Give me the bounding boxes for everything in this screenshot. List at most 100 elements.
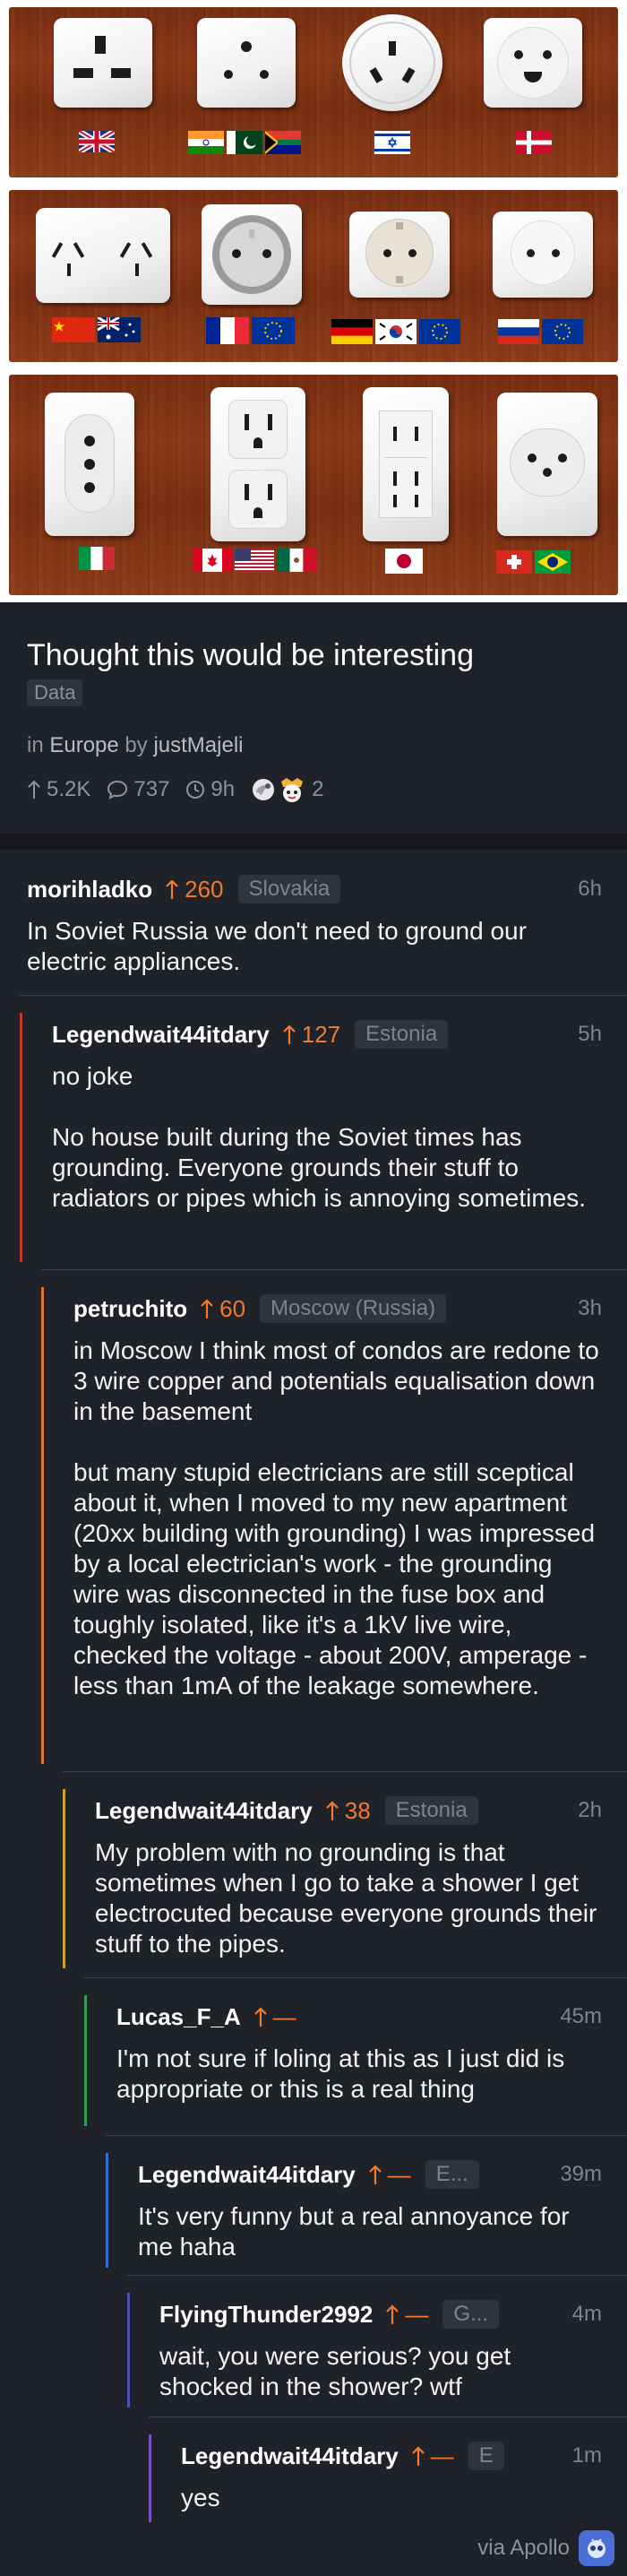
comment-paragraph: no joke bbox=[52, 1062, 133, 1090]
swiss-brazil-socket-icon bbox=[497, 393, 597, 536]
comment-time: 2h bbox=[578, 1798, 602, 1822]
score-value: 38 bbox=[344, 1796, 371, 1824]
us-socket-icon bbox=[210, 387, 305, 541]
comment-body: yes bbox=[181, 2483, 604, 2513]
comment-username[interactable]: morihladko bbox=[27, 876, 152, 903]
socket-board-row-1 bbox=[9, 7, 618, 177]
germany-korea-eu-flags-icon bbox=[331, 319, 460, 344]
comment-username[interactable]: Lucas_F_A bbox=[116, 2003, 241, 2031]
post-age: 9h bbox=[210, 777, 236, 801]
comment-score[interactable]: — bbox=[253, 2003, 296, 2031]
comment-paragraph: It's very funny but a real annoyance for… bbox=[138, 2202, 570, 2260]
comment-paragraph: No house built during the Soviet times h… bbox=[52, 1123, 587, 1212]
award-wholesome-icon bbox=[281, 778, 304, 802]
comment-score[interactable]: 60 bbox=[200, 1295, 245, 1323]
comment-body: I'm not sure if loling at this as I just… bbox=[116, 2044, 604, 2105]
via-apollo-watermark: via Apollo bbox=[477, 2530, 614, 2566]
comment-time: 4m bbox=[571, 2302, 602, 2326]
comment-bubble-icon bbox=[107, 780, 128, 800]
comment-username[interactable]: Legendwait44itdary bbox=[52, 1021, 270, 1049]
comment[interactable]: petruchito 60 Moscow (Russia) 3h in Mosc… bbox=[41, 1269, 627, 1771]
comment-time: 45m bbox=[560, 2004, 602, 2028]
comment-score[interactable]: — bbox=[411, 2442, 454, 2470]
comment-body: It's very funny but a real annoyance for… bbox=[138, 2201, 604, 2262]
comment[interactable]: Legendwait44itdary — E... 39m It's very … bbox=[106, 2135, 627, 2275]
comment-time: 3h bbox=[578, 1296, 602, 1320]
comment-body: wait, you were serious? you get shocked … bbox=[159, 2341, 604, 2402]
comment[interactable]: Legendwait44itdary 38 Estonia 2h My prob… bbox=[63, 1771, 627, 1977]
comment-username[interactable]: Legendwait44itdary bbox=[95, 1797, 313, 1825]
russia-eu-flags-icon bbox=[498, 319, 583, 344]
socket-board-row-2 bbox=[9, 190, 618, 362]
israel-socket-icon bbox=[342, 14, 442, 111]
user-flair: Moscow (Russia) bbox=[260, 1294, 447, 1323]
uk-flag-icon bbox=[79, 131, 115, 152]
subreddit-link[interactable]: Europe bbox=[49, 733, 118, 757]
comment-header: petruchito 60 Moscow (Russia) 3h bbox=[73, 1294, 602, 1323]
comment-score[interactable]: — bbox=[368, 2161, 411, 2189]
user-flair: E bbox=[468, 2442, 504, 2470]
comment-score[interactable]: — bbox=[385, 2301, 428, 2329]
japan-flag-icon bbox=[385, 549, 423, 574]
italy-socket-icon bbox=[45, 393, 134, 536]
comment-score[interactable]: 38 bbox=[325, 1797, 371, 1825]
thread-line bbox=[41, 1287, 44, 1764]
comment-body: My problem with no grounding is that som… bbox=[95, 1837, 604, 1959]
comment-username[interactable]: petruchito bbox=[73, 1295, 187, 1323]
comment-username[interactable]: Legendwait44itdary bbox=[138, 2161, 356, 2189]
user-flair: E... bbox=[425, 2160, 479, 2189]
upvote-arrow-icon bbox=[386, 2304, 399, 2324]
schuko-socket-icon bbox=[349, 212, 450, 298]
comment-score[interactable]: 260 bbox=[165, 876, 224, 903]
israel-flag-icon bbox=[374, 131, 410, 154]
comment-body: no joke No house built during the Soviet… bbox=[52, 1061, 604, 1214]
upvote-arrow-icon bbox=[282, 1024, 296, 1044]
comment-time: 6h bbox=[578, 877, 602, 901]
comment-header: Legendwait44itdary 127 Estonia 5h bbox=[52, 1020, 602, 1049]
comment-header: Legendwait44itdary — E 1m bbox=[181, 2442, 602, 2470]
author-link[interactable]: justMajeli bbox=[153, 733, 243, 757]
upvote-arrow-icon bbox=[253, 2007, 267, 2027]
age-stat: 9h bbox=[185, 777, 235, 802]
comment[interactable]: Lucas_F_A — 45m I'm not sure if loling a… bbox=[84, 1977, 627, 2135]
user-flair: Estonia bbox=[355, 1020, 449, 1049]
comment-paragraph: I'm not sure if loling at this as I just… bbox=[116, 2044, 565, 2103]
denmark-socket-icon bbox=[484, 18, 582, 108]
comment-paragraph: yes bbox=[181, 2484, 220, 2511]
comment-paragraph: wait, you were serious? you get shocked … bbox=[159, 2342, 511, 2400]
clock-icon bbox=[186, 781, 205, 799]
comment-time: 5h bbox=[578, 1022, 602, 1046]
france-eu-flags-icon bbox=[206, 317, 295, 344]
comment-username[interactable]: FlyingThunder2992 bbox=[159, 2301, 373, 2329]
comment[interactable]: FlyingThunder2992 — G... 4m wait, you we… bbox=[127, 2275, 627, 2416]
comment-body: In Soviet Russia we don't need to ground… bbox=[27, 916, 604, 977]
comment[interactable]: Legendwait44itdary — E 1m yes bbox=[149, 2416, 627, 2526]
section-divider bbox=[0, 834, 627, 850]
via-label: via Apollo bbox=[477, 2536, 570, 2560]
upvote-arrow-icon bbox=[201, 1299, 213, 1318]
comment-score[interactable]: 127 bbox=[282, 1021, 340, 1049]
comment-header: Lucas_F_A — 45m bbox=[116, 2002, 602, 2031]
comment-stat[interactable]: 737 bbox=[107, 777, 169, 802]
by-label: by bbox=[125, 733, 148, 757]
france-socket-icon bbox=[202, 204, 302, 305]
comment[interactable]: morihladko 260 Slovakia 6h In Soviet Rus… bbox=[27, 850, 627, 998]
upvote-arrow-icon bbox=[325, 1801, 339, 1820]
comment[interactable]: Legendwait44itdary 127 Estonia 5h no jok… bbox=[20, 995, 627, 1269]
user-flair: Slovakia bbox=[237, 875, 341, 903]
upvote-arrow-icon bbox=[166, 879, 178, 899]
post-title: Thought this would be interesting bbox=[27, 638, 474, 672]
score-value: 60 bbox=[219, 1294, 246, 1322]
china-australia-socket-icon bbox=[36, 208, 170, 303]
post-meta: in Europe by justMajeli bbox=[27, 733, 243, 758]
comment-username[interactable]: Legendwait44itdary bbox=[181, 2442, 399, 2470]
comment-header: Legendwait44itdary 38 Estonia 2h bbox=[95, 1796, 602, 1825]
score-value: 127 bbox=[301, 1020, 341, 1048]
comment-paragraph: My problem with no grounding is that som… bbox=[95, 1838, 597, 1958]
awards[interactable]: 2 bbox=[251, 776, 323, 803]
user-flair: Estonia bbox=[384, 1796, 478, 1825]
comment-header: morihladko 260 Slovakia 6h bbox=[27, 875, 602, 903]
upvote-stat[interactable]: 5.2K bbox=[27, 777, 90, 802]
thread-line bbox=[63, 1789, 65, 1968]
post-image[interactable] bbox=[0, 0, 627, 602]
